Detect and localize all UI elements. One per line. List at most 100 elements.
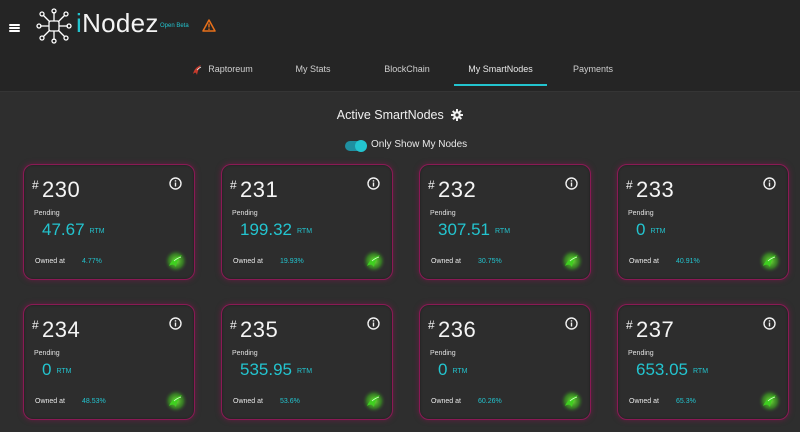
smartnode-card[interactable]: #232 Pending 307.51 RTM Owned at 30.75% (419, 164, 591, 280)
owned-at-value: 30.75% (478, 258, 502, 265)
tab-my-smartnodes[interactable]: My SmartNodes (454, 56, 547, 86)
pending-label: Pending (430, 210, 456, 217)
pending-label: Pending (628, 210, 654, 217)
section-title: Active SmartNodes (0, 108, 800, 122)
pending-value: 535.95 (240, 360, 292, 379)
only-my-nodes-toggle[interactable] (345, 140, 367, 152)
pending-amount: 535.95 RTM (240, 360, 312, 380)
info-icon[interactable] (367, 317, 380, 330)
owned-at-label: Owned at (35, 258, 65, 265)
node-hash-symbol: # (428, 178, 435, 192)
smartnode-card[interactable]: #236 Pending 0 RTM Owned at 60.26% (419, 304, 591, 420)
tab-payments[interactable]: Payments (560, 56, 626, 86)
smartnode-card[interactable]: #237 Pending 653.05 RTM Owned at 65.3% (617, 304, 789, 420)
beta-label: Open Beta (160, 23, 189, 29)
hamburger-menu-icon[interactable] (9, 24, 20, 32)
warning-icon[interactable] (202, 19, 216, 32)
pending-label: Pending (628, 350, 654, 357)
owned-at-label: Owned at (431, 258, 461, 265)
rtm-unit: RTM (297, 368, 313, 375)
toggle-knob (355, 140, 367, 152)
green-raptor-badge-icon (164, 389, 188, 413)
green-raptor-badge-icon (362, 389, 386, 413)
rtm-unit: RTM (56, 368, 72, 375)
node-hash-symbol: # (626, 178, 633, 192)
owned-at-value: 4.77% (82, 258, 102, 265)
info-icon[interactable] (565, 317, 578, 330)
pending-amount: 653.05 RTM (636, 360, 708, 380)
rtm-unit: RTM (89, 228, 105, 235)
rtm-unit: RTM (650, 228, 666, 235)
app-title: iNodez (76, 8, 159, 38)
node-number: 237 (636, 317, 675, 342)
pending-label: Pending (34, 210, 60, 217)
rtm-unit: RTM (495, 228, 511, 235)
pending-amount: 0 RTM (438, 360, 468, 380)
pending-label: Pending (34, 350, 60, 357)
pending-amount: 0 RTM (636, 220, 666, 240)
owned-at-label: Owned at (233, 258, 263, 265)
info-icon[interactable] (763, 317, 776, 330)
pending-value: 307.51 (438, 220, 490, 239)
pending-value: 0 (438, 360, 448, 379)
owned-at-value: 65.3% (676, 398, 696, 405)
pending-label: Pending (232, 210, 258, 217)
green-raptor-badge-icon (164, 249, 188, 273)
green-raptor-badge-icon (758, 389, 782, 413)
node-number: 234 (42, 317, 81, 342)
pending-value: 0 (636, 220, 646, 239)
node-hash-symbol: # (626, 318, 633, 332)
smartnode-card[interactable]: #235 Pending 535.95 RTM Owned at 53.6% (221, 304, 393, 420)
owned-at-value: 40.91% (676, 258, 700, 265)
node-hash-symbol: # (230, 318, 237, 332)
owned-at-label: Owned at (233, 398, 263, 405)
green-raptor-badge-icon (362, 249, 386, 273)
info-icon[interactable] (169, 177, 182, 190)
pending-value: 199.32 (240, 220, 292, 239)
info-icon[interactable] (763, 177, 776, 190)
owned-at-label: Owned at (629, 258, 659, 265)
node-hash-symbol: # (32, 178, 39, 192)
node-number: 233 (636, 177, 675, 202)
rtm-unit: RTM (693, 368, 709, 375)
owned-at-label: Owned at (629, 398, 659, 405)
pending-amount: 307.51 RTM (438, 220, 510, 240)
owned-at-value: 48.53% (82, 398, 106, 405)
node-number: 230 (42, 177, 81, 202)
pending-amount: 199.32 RTM (240, 220, 312, 240)
pending-amount: 47.67 RTM (42, 220, 105, 240)
node-network-logo-icon (36, 8, 72, 44)
green-raptor-badge-icon (560, 389, 584, 413)
node-number: 236 (438, 317, 477, 342)
owned-at-label: Owned at (35, 398, 65, 405)
owned-at-label: Owned at (431, 398, 461, 405)
tab-raptoreum[interactable]: Raptoreum (178, 56, 266, 86)
green-raptor-badge-icon (560, 249, 584, 273)
raptoreum-icon (193, 64, 202, 75)
owned-at-value: 53.6% (280, 398, 300, 405)
rtm-unit: RTM (297, 228, 313, 235)
settings-gear-icon[interactable] (451, 109, 464, 121)
node-number: 231 (240, 177, 279, 202)
smartnode-card[interactable]: #234 Pending 0 RTM Owned at 48.53% (23, 304, 195, 420)
info-icon[interactable] (367, 177, 380, 190)
node-hash-symbol: # (32, 318, 39, 332)
info-icon[interactable] (169, 317, 182, 330)
smartnode-card[interactable]: #230 Pending 47.67 RTM Owned at 4.77% (23, 164, 195, 280)
tab-blockchain[interactable]: BlockChain (370, 56, 444, 86)
node-number: 232 (438, 177, 477, 202)
only-my-nodes-label: Only Show My Nodes (371, 139, 468, 150)
info-icon[interactable] (565, 177, 578, 190)
node-number: 235 (240, 317, 279, 342)
tab-my-stats[interactable]: My Stats (280, 56, 346, 86)
smartnode-card[interactable]: #233 Pending 0 RTM Owned at 40.91% (617, 164, 789, 280)
pending-value: 0 (42, 360, 52, 379)
smartnode-card[interactable]: #231 Pending 199.32 RTM Owned at 19.93% (221, 164, 393, 280)
node-hash-symbol: # (428, 318, 435, 332)
owned-at-value: 19.93% (280, 258, 304, 265)
pending-label: Pending (232, 350, 258, 357)
pending-label: Pending (430, 350, 456, 357)
owned-at-value: 60.26% (478, 398, 502, 405)
main-nav: Raptoreum My Stats BlockChain My SmartNo… (0, 56, 800, 86)
rtm-unit: RTM (452, 368, 468, 375)
